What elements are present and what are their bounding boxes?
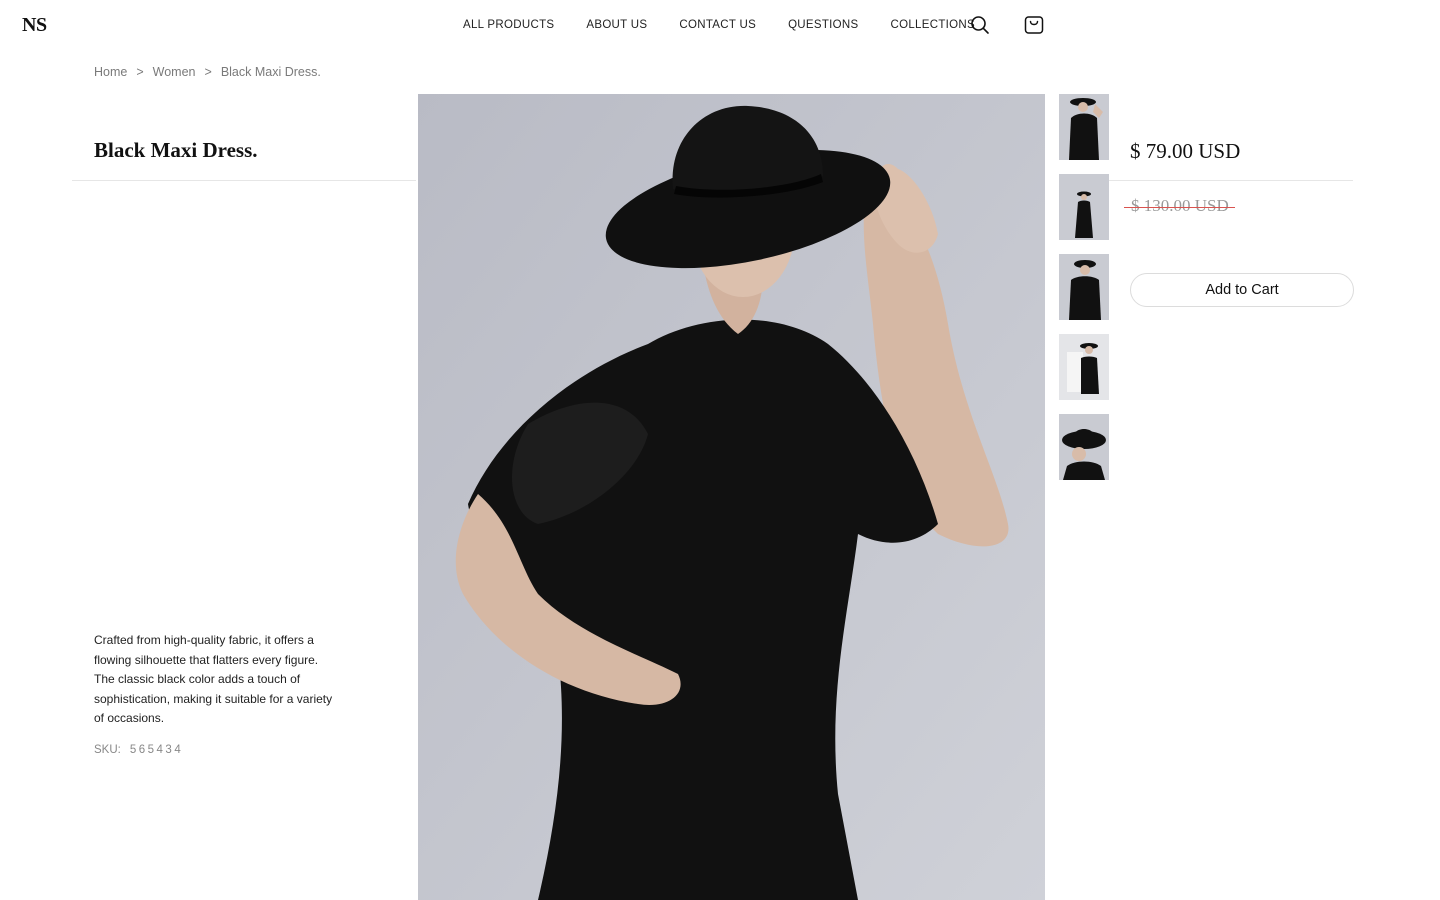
thumbnail[interactable]: [1059, 174, 1109, 240]
main-nav: ALL PRODUCTS ABOUT US CONTACT US QUESTIO…: [463, 18, 1007, 32]
product-title: Black Maxi Dress.: [94, 138, 258, 162]
nav-questions[interactable]: QUESTIONS: [788, 18, 858, 32]
divider: [1109, 180, 1353, 181]
breadcrumb-home[interactable]: Home: [94, 65, 127, 79]
divider: [72, 180, 416, 181]
cart-button[interactable]: [1023, 14, 1045, 36]
breadcrumb-women[interactable]: Women: [153, 65, 196, 79]
search-icon: [971, 16, 989, 34]
breadcrumb: Home > Women > Black Maxi Dress.: [94, 65, 321, 79]
search-button[interactable]: [969, 14, 991, 36]
thumbnail[interactable]: [1059, 254, 1109, 320]
product-price: $ 79.00 USD: [1130, 139, 1241, 163]
nav-collections[interactable]: COLLECTIONS: [891, 18, 975, 32]
nav-about-us[interactable]: ABOUT US: [586, 18, 647, 32]
thumbnail-list: [1059, 94, 1109, 494]
original-price: $ 130.00 USD: [1124, 196, 1235, 216]
brand-logo[interactable]: NS: [22, 14, 47, 37]
breadcrumb-current: Black Maxi Dress.: [220, 65, 321, 79]
nav-contact-us[interactable]: CONTACT US: [679, 18, 756, 32]
shopping-bag-icon: [1024, 16, 1044, 34]
product-description: Crafted from high-quality fabric, it off…: [94, 633, 333, 725]
breadcrumb-separator: >: [204, 65, 212, 79]
sku-label: SKU:: [94, 744, 121, 756]
model-photo: [418, 94, 1045, 900]
main-product-image[interactable]: [418, 94, 1045, 900]
thumbnail[interactable]: [1059, 94, 1109, 160]
thumbnail[interactable]: [1059, 414, 1109, 480]
nav-all-products[interactable]: ALL PRODUCTS: [463, 18, 554, 32]
thumbnail[interactable]: [1059, 334, 1109, 400]
product-sku: SKU: 565434: [94, 744, 183, 756]
add-to-cart-button[interactable]: Add to Cart: [1130, 273, 1354, 307]
breadcrumb-separator: >: [136, 65, 144, 79]
sku-value: 565434: [129, 744, 184, 756]
